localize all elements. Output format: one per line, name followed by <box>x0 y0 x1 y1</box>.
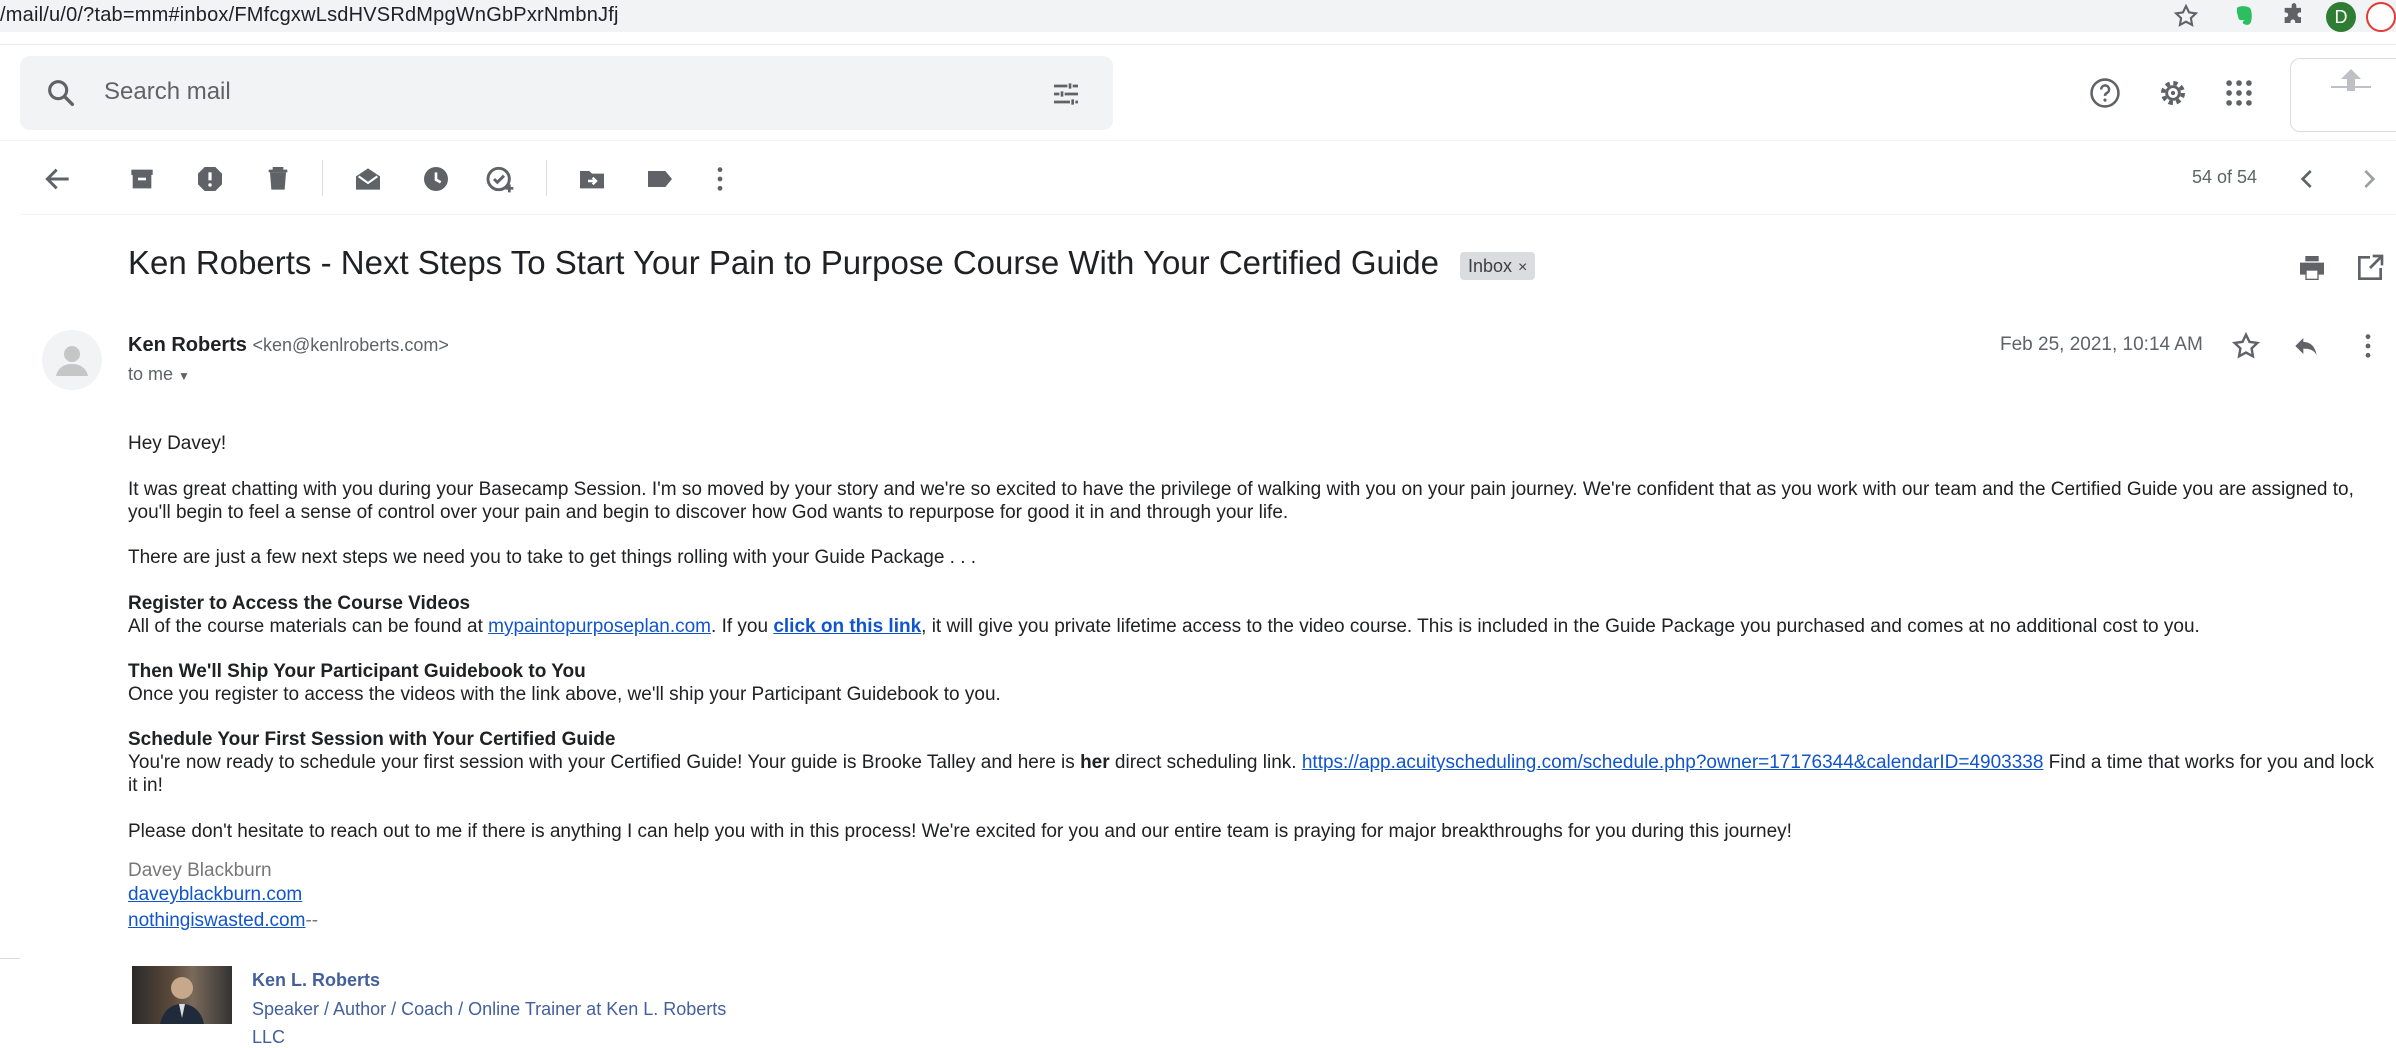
section-register: Register to Access the Course Videos All… <box>128 592 2378 638</box>
apps-grid-icon[interactable] <box>2222 76 2256 110</box>
profile-avatar[interactable]: D <box>2326 2 2356 32</box>
extensions-puzzle-icon[interactable] <box>2280 2 2308 30</box>
section-text: You're now ready to schedule your first … <box>128 752 1081 773</box>
divider <box>20 214 2396 215</box>
recipients-toggle[interactable]: to me ▼ <box>128 364 190 385</box>
caret-down-icon[interactable]: ▼ <box>178 369 190 383</box>
section-text: Once you register to access the videos w… <box>128 684 1001 705</box>
sender-name[interactable]: Ken Roberts <box>128 334 247 356</box>
url-text[interactable]: /mail/u/0/?tab=mm#inbox/FMfcgxwLsdHVSRdM… <box>0 4 619 27</box>
evernote-extension-icon[interactable] <box>2230 2 2258 30</box>
browser-address-bar[interactable]: /mail/u/0/?tab=mm#inbox/FMfcgxwLsdHVSRdM… <box>0 0 2396 32</box>
mark-unread-icon[interactable] <box>352 163 384 195</box>
back-arrow-icon[interactable] <box>42 163 74 195</box>
section-heading: Register to Access the Course Videos <box>128 593 471 614</box>
bookmark-star-icon[interactable] <box>2172 2 2200 30</box>
signature-link[interactable]: daveyblackburn.com <box>128 884 302 906</box>
section-text: All of the course materials can be found… <box>128 616 489 637</box>
older-chevron-right-icon[interactable] <box>2352 163 2384 195</box>
section-text: , it will give you private lifetime acce… <box>921 616 2200 637</box>
section-guidebook: Then We'll Ship Your Participant Guidebo… <box>128 660 2378 706</box>
sender-info[interactable]: Ken Roberts <ken@kenlroberts.com> <box>128 334 449 357</box>
snooze-clock-icon[interactable] <box>420 163 452 195</box>
greeting: Hey Davey! <box>128 433 227 454</box>
star-icon[interactable] <box>2230 330 2262 362</box>
inbox-label-badge[interactable]: Inbox × <box>1460 252 1536 280</box>
search-icon[interactable] <box>44 76 78 110</box>
message-more-icon[interactable] <box>2352 330 2384 362</box>
signature-dashes: -- <box>305 910 319 931</box>
settings-gear-icon[interactable] <box>2156 76 2190 110</box>
toolbar-divider <box>546 160 547 196</box>
toolbar-divider <box>322 160 323 196</box>
move-to-folder-icon[interactable] <box>576 163 608 195</box>
signature-name: Davey Blackburn <box>128 860 272 881</box>
section-text: . If you <box>711 616 774 637</box>
section-schedule: Schedule Your First Session with Your Ce… <box>128 728 2378 797</box>
inbox-label-text: Inbox <box>1468 256 1513 276</box>
section-heading: Schedule Your First Session with Your Ce… <box>128 729 616 750</box>
email-subject: Ken Roberts - Next Steps To Start Your P… <box>128 244 1439 281</box>
archive-icon[interactable] <box>126 163 158 195</box>
body-paragraph: There are just a few next steps we need … <box>128 547 977 568</box>
recipients-label: to me <box>128 364 174 384</box>
section-text-bold: her <box>1080 752 1110 773</box>
access-course-link[interactable]: click on this link <box>773 616 921 637</box>
divider <box>0 140 2396 141</box>
signature-link-text[interactable]: nothingiswasted.com <box>128 910 305 931</box>
email-date: Feb 25, 2021, 10:14 AM <box>2000 334 2203 355</box>
print-icon[interactable] <box>2296 252 2328 284</box>
divider <box>0 44 2396 45</box>
section-text: direct scheduling link. <box>1109 752 1302 773</box>
reply-icon[interactable] <box>2290 330 2322 362</box>
body-paragraph: It was great chatting with you during yo… <box>128 479 2354 523</box>
newer-chevron-left-icon[interactable] <box>2292 163 2324 195</box>
delete-trash-icon[interactable] <box>262 163 294 195</box>
label-tag-icon[interactable] <box>644 163 676 195</box>
scheduling-link[interactable]: https://app.acuityscheduling.com/schedul… <box>1302 752 2044 773</box>
search-input[interactable]: Search mail <box>104 78 231 106</box>
card-title: Speaker / Author / Coach / Online Traine… <box>252 999 727 1019</box>
sender-photo <box>132 966 232 1024</box>
signature-link[interactable]: nothingiswasted.com-- <box>128 910 318 932</box>
add-to-tasks-icon[interactable] <box>484 163 516 195</box>
divider <box>0 958 20 959</box>
sender-avatar[interactable] <box>42 330 102 390</box>
account-logo[interactable] <box>2290 58 2396 132</box>
profile-avatar-secondary[interactable] <box>2366 2 2396 32</box>
message-counter: 54 of 54 <box>2192 167 2258 187</box>
open-in-new-window-icon[interactable] <box>2354 252 2386 284</box>
sender-email: <ken@kenlroberts.com> <box>252 335 449 355</box>
help-icon[interactable] <box>2088 76 2122 110</box>
more-options-icon[interactable] <box>704 163 736 195</box>
card-name: Ken L. Roberts <box>252 970 381 990</box>
card-title: LLC <box>252 1027 286 1047</box>
section-heading: Then We'll Ship Your Participant Guidebo… <box>128 661 586 682</box>
report-spam-icon[interactable] <box>194 163 226 195</box>
signature-link-text[interactable]: daveyblackburn.com <box>128 884 302 905</box>
course-site-link[interactable]: mypaintopurposeplan.com <box>488 616 711 637</box>
search-options-icon[interactable] <box>1050 78 1082 110</box>
body-paragraph: Please don't hesitate to reach out to me… <box>128 821 1792 842</box>
remove-label-icon[interactable]: × <box>1518 259 1527 276</box>
search-bar[interactable]: Search mail <box>20 56 1113 130</box>
